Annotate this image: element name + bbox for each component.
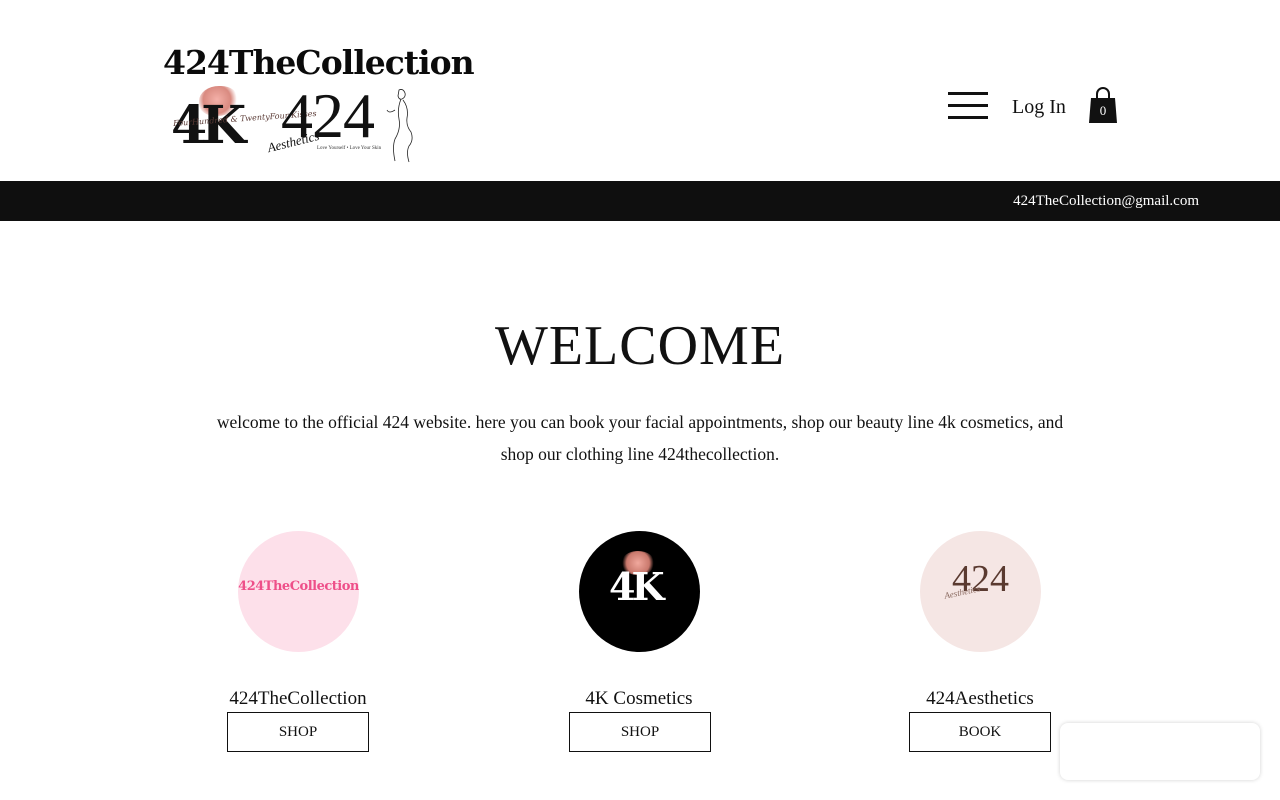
figure-sketch-icon bbox=[386, 89, 413, 163]
site-logo[interactable]: 424TheCollection 4K FourHundred & Twenty… bbox=[163, 42, 475, 167]
collection-logo-text: 424TheCollection bbox=[238, 579, 359, 594]
card-424thecollection: 424TheCollection 424TheCollection SHOP bbox=[208, 531, 388, 752]
card-title: 4K Cosmetics bbox=[585, 688, 693, 709]
logo-title: 424TheCollection bbox=[163, 43, 475, 82]
card-title: 424TheCollection bbox=[229, 688, 367, 709]
logo-4k-cosmetics: 4K FourHundred & TwentyFour Kisses bbox=[169, 86, 317, 154]
collection-logo[interactable]: 424TheCollection bbox=[238, 531, 359, 652]
card-424aesthetics: 424 Aesthetics 424Aesthetics BOOK bbox=[890, 531, 1070, 752]
card-4k-cosmetics: 4K 4K Cosmetics SHOP bbox=[549, 531, 729, 752]
page-title: WELCOME bbox=[494, 315, 786, 377]
shopping-bag-icon[interactable]: 0 bbox=[1088, 86, 1118, 124]
shop-collection-button[interactable]: SHOP bbox=[227, 712, 369, 752]
shop-cosmetics-button[interactable]: SHOP bbox=[569, 712, 711, 752]
cosmetics-logo[interactable]: 4K bbox=[579, 531, 700, 652]
contact-bar: 424TheCollection@gmail.com bbox=[0, 181, 1280, 221]
menu-icon[interactable] bbox=[948, 92, 988, 120]
aesthetics-logo[interactable]: 424 Aesthetics bbox=[920, 531, 1041, 652]
intro-text: welcome to the official 424 website. her… bbox=[216, 412, 1064, 464]
aesthetics-logo-text: 424 bbox=[952, 558, 1009, 600]
chat-widget[interactable] bbox=[1060, 723, 1260, 780]
logo-424-tagline: Love Yourself • Love Your Skin bbox=[317, 146, 382, 151]
card-title: 424Aesthetics bbox=[926, 688, 1034, 709]
site-header: 424TheCollection 4K FourHundred & Twenty… bbox=[0, 0, 1280, 181]
email-link[interactable]: 424TheCollection@gmail.com bbox=[1013, 192, 1199, 210]
cosmetics-logo-text: 4K bbox=[609, 564, 665, 609]
login-link[interactable]: Log In bbox=[1012, 94, 1066, 120]
book-aesthetics-button[interactable]: BOOK bbox=[909, 712, 1051, 752]
cart-count: 0 bbox=[1099, 103, 1107, 118]
logo-424-aesthetics: 424 Aesthetics Love Yourself • Love Your… bbox=[266, 80, 417, 166]
